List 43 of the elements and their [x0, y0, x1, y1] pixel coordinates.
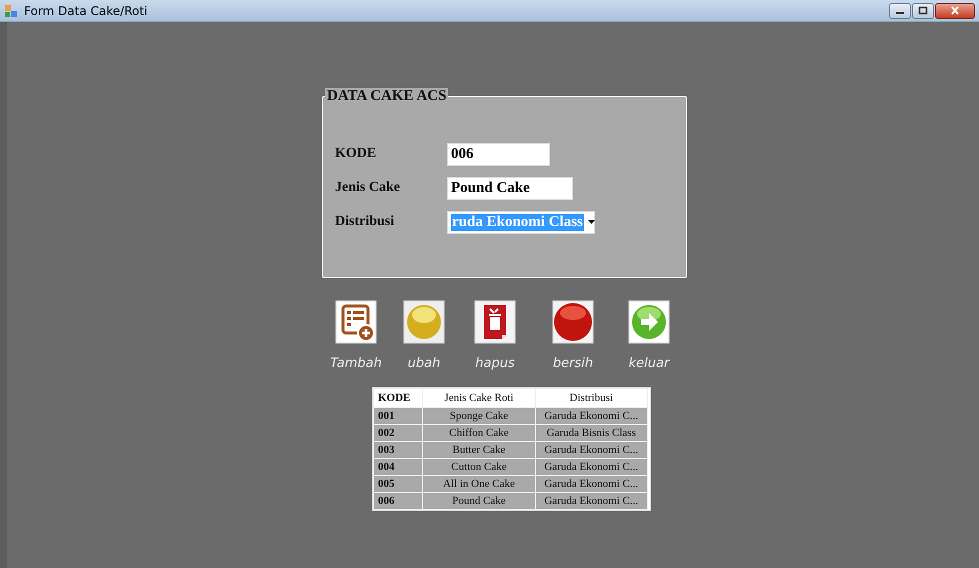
table-cell: 001 — [374, 408, 423, 424]
table-cell: Garuda Ekonomi C... — [535, 442, 648, 458]
close-icon — [950, 6, 960, 15]
trash-icon — [474, 300, 516, 344]
maximize-icon — [918, 6, 928, 15]
app-icon — [4, 4, 18, 18]
list-plus-icon — [334, 300, 377, 344]
dropdown[interactable]: ruda Ekonomi Class — [447, 210, 595, 234]
dropdown-arrow-icon — [588, 220, 595, 224]
close-button[interactable] — [935, 2, 975, 18]
table-cell: 006 — [374, 492, 423, 510]
table-cell: Pound Cake — [422, 492, 535, 510]
table-cell: Sponge Cake — [422, 408, 535, 424]
table-cell: 003 — [374, 442, 423, 458]
table-cell: Garuda Ekonomi C... — [535, 476, 648, 492]
table-cell: 004 — [374, 458, 423, 476]
table-cell: 002 — [374, 424, 423, 442]
window-title: Form Data Cake/Roti — [24, 4, 148, 18]
column-header[interactable]: Distribusi — [535, 388, 648, 408]
table-cell: Garuda Ekonomi C... — [535, 408, 648, 424]
table-cell: 005 — [374, 476, 423, 492]
table-cell: Garuda Ekonomi C... — [535, 458, 648, 476]
action-button[interactable]: bersih — [552, 300, 594, 371]
table-cell: All in One Cake — [422, 476, 535, 492]
action-button[interactable]: hapus — [474, 300, 516, 371]
table-cell: Cutton Cake — [422, 458, 535, 476]
ball-icon — [552, 300, 594, 344]
text-field[interactable]: 006 — [447, 142, 550, 166]
action-button[interactable]: Tambah — [330, 300, 382, 371]
table-cell: Chiffon Cake — [422, 424, 535, 442]
column-header[interactable]: Jenis Cake Roti — [422, 388, 535, 408]
minimize-button[interactable] — [889, 2, 911, 18]
column-header[interactable]: KODE — [374, 388, 423, 408]
field-label: Jenis Cake — [335, 180, 401, 196]
maximize-button[interactable] — [912, 2, 934, 18]
table-cell: Garuda Bisnis Class — [535, 424, 648, 442]
action-button[interactable]: ubah — [403, 300, 445, 371]
action-button[interactable]: keluar — [628, 300, 670, 371]
text-field[interactable]: Pound Cake — [447, 176, 573, 200]
field-label: Distribusi — [335, 214, 396, 230]
field-label: KODE — [335, 146, 378, 162]
table-cell: Butter Cake — [422, 442, 535, 458]
table-cell: Garuda Ekonomi C... — [535, 492, 648, 510]
